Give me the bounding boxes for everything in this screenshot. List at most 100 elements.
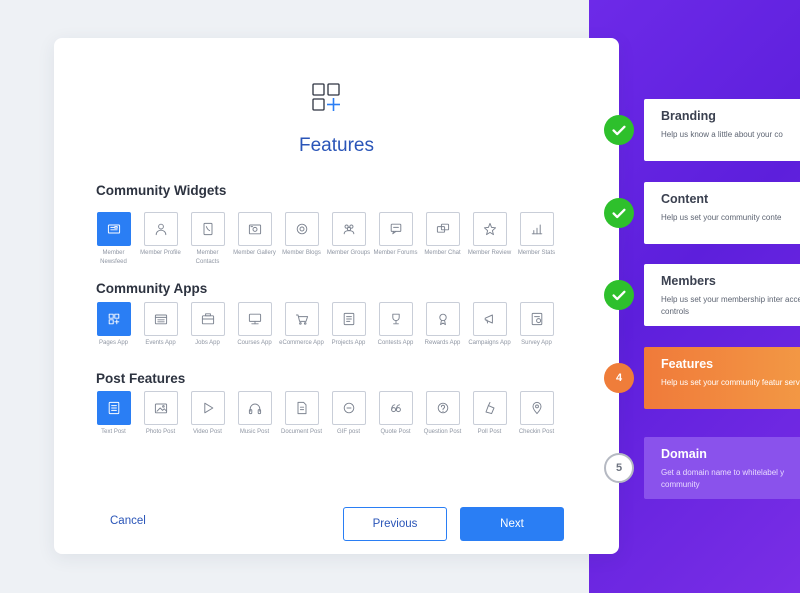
feature-tile-label: Member Profile xyxy=(140,250,181,256)
feature-tile[interactable]: Document Post xyxy=(278,391,325,437)
step-title: Features xyxy=(661,357,714,371)
step-card-features[interactable]: Features Help us set your community featu… xyxy=(644,347,800,409)
feature-tile-box[interactable] xyxy=(190,302,225,336)
feature-tile[interactable]: Member Chat xyxy=(419,212,466,258)
feature-tile[interactable]: Poll Post xyxy=(466,391,513,437)
feature-tile[interactable]: Projects App xyxy=(325,302,372,348)
feature-tile[interactable]: eCommerce App xyxy=(278,302,325,348)
section-title-post-features: Post Features xyxy=(96,371,186,386)
feature-tile-box[interactable] xyxy=(425,391,460,425)
check-icon xyxy=(612,290,626,301)
cancel-button[interactable]: Cancel xyxy=(110,515,146,527)
feature-tile-box[interactable] xyxy=(190,391,225,425)
feature-tile-box[interactable] xyxy=(237,302,272,336)
feature-tile-box[interactable] xyxy=(237,212,272,246)
feature-tile[interactable]: Photo Post xyxy=(137,391,184,437)
feature-tile-box[interactable] xyxy=(425,212,460,246)
feature-tile-box[interactable] xyxy=(284,302,319,336)
feature-tile[interactable]: Member Groups xyxy=(325,212,372,258)
feature-tile[interactable]: Video Post xyxy=(184,391,231,437)
feature-tile[interactable]: Member Review xyxy=(466,212,513,258)
feature-tile-box[interactable] xyxy=(472,391,507,425)
feature-tile-box[interactable] xyxy=(96,391,131,425)
feature-tile-box[interactable] xyxy=(284,391,319,425)
feature-tile-box[interactable] xyxy=(284,212,319,246)
feature-tile-label: Member Contacts xyxy=(195,250,220,265)
previous-button[interactable]: Previous xyxy=(343,507,447,541)
feature-tile[interactable]: Member Gallery xyxy=(231,212,278,258)
feature-tile-box[interactable] xyxy=(331,391,366,425)
step-title: Members xyxy=(661,274,716,288)
feature-tile[interactable]: Jobs App xyxy=(184,302,231,348)
check-icon xyxy=(612,208,626,219)
newsfeed-icon xyxy=(107,224,120,234)
feature-tile-box[interactable] xyxy=(378,391,413,425)
feature-tile-box[interactable] xyxy=(519,391,554,425)
feature-tile[interactable]: Checkin Post xyxy=(513,391,560,437)
feature-tile-box[interactable] xyxy=(519,302,554,336)
photo-icon xyxy=(154,403,167,414)
step-badge-done xyxy=(604,115,634,145)
feature-tile[interactable]: Music Post xyxy=(231,391,278,437)
feature-tile-box[interactable] xyxy=(472,212,507,246)
step-description: Help us set your community featur servic… xyxy=(661,378,800,387)
feature-tile-label: Member Groups xyxy=(326,250,371,256)
feature-tile-box[interactable] xyxy=(143,302,178,336)
features-card: Features Community Widgets Member Newsfe… xyxy=(54,38,619,554)
feature-tile[interactable]: Member Blogs xyxy=(278,212,325,258)
step-badge-current: 4 xyxy=(604,363,634,393)
step-card-content[interactable]: Content Help us set your community conte xyxy=(644,182,800,244)
feature-tile[interactable]: Events App xyxy=(137,302,184,348)
feature-tile-box[interactable] xyxy=(237,391,272,425)
location-pin-icon xyxy=(532,401,541,415)
feature-tile-box[interactable] xyxy=(378,212,413,246)
step-card-members[interactable]: Members Help us set your membership inter… xyxy=(644,264,800,326)
blogs-icon xyxy=(296,223,307,235)
feature-tile[interactable]: Member Stats xyxy=(513,212,560,258)
feature-tile-box[interactable] xyxy=(331,212,366,246)
step-description: Help us set your membership inter access… xyxy=(661,295,800,316)
feature-tile[interactable]: Contests App xyxy=(372,302,419,348)
grid-add-icon xyxy=(312,83,340,111)
feature-tile[interactable]: Question Post xyxy=(419,391,466,437)
feature-tile[interactable]: Member Contacts xyxy=(184,212,231,267)
feature-tile-box[interactable] xyxy=(519,212,554,246)
step-card-domain[interactable]: Domain Get a domain name to whitelabel y … xyxy=(644,437,800,499)
feature-tile-box[interactable] xyxy=(425,302,460,336)
feature-tile-label: Contests App xyxy=(377,340,414,346)
step-badge-done xyxy=(604,198,634,228)
megaphone-icon xyxy=(484,314,493,324)
feature-tile[interactable]: Quote Post xyxy=(372,391,419,437)
feature-tile[interactable]: Pages App xyxy=(90,302,137,348)
feature-tile-box[interactable] xyxy=(143,391,178,425)
feature-tile[interactable]: Courses App xyxy=(231,302,278,348)
step-card-branding[interactable]: Branding Help us know a little about your… xyxy=(644,99,800,161)
feature-tile-label: Member Gallery xyxy=(233,250,276,256)
feature-tile[interactable]: Member Newsfeed xyxy=(90,212,137,267)
feature-tile-box[interactable] xyxy=(143,212,178,246)
step-number: 5 xyxy=(615,462,623,474)
step-description: Help us know a little about your co xyxy=(661,130,783,139)
feature-tile-label: Member Blogs xyxy=(282,250,321,256)
check-icon xyxy=(612,125,626,136)
feature-tile-box[interactable] xyxy=(331,302,366,336)
forums-icon xyxy=(390,223,401,235)
next-button[interactable]: Next xyxy=(460,507,564,541)
feature-tile-box[interactable] xyxy=(378,302,413,336)
feature-tile[interactable]: Campaigns App xyxy=(466,302,513,348)
section-title-community-apps: Community Apps xyxy=(96,281,208,296)
feature-tile-box[interactable] xyxy=(96,212,131,246)
feature-tile[interactable]: GIF post xyxy=(325,391,372,437)
chat-icon xyxy=(436,223,449,233)
feature-tile-box[interactable] xyxy=(190,212,225,246)
feature-tile[interactable]: Member Forums xyxy=(372,212,419,258)
step-description: Help us set your community conte xyxy=(661,213,782,222)
feature-tile-box[interactable] xyxy=(472,302,507,336)
feature-tile[interactable]: Member Profile xyxy=(137,212,184,258)
feature-tile-box[interactable] xyxy=(96,302,131,336)
feature-tile[interactable]: Text Post xyxy=(90,391,137,437)
feature-tile[interactable]: Rewards App xyxy=(419,302,466,348)
feature-tile[interactable]: Survey App xyxy=(513,302,560,348)
feature-tile-label: Member Review xyxy=(467,250,512,256)
step-description: Get a domain name to whitelabel y commun… xyxy=(661,468,785,489)
